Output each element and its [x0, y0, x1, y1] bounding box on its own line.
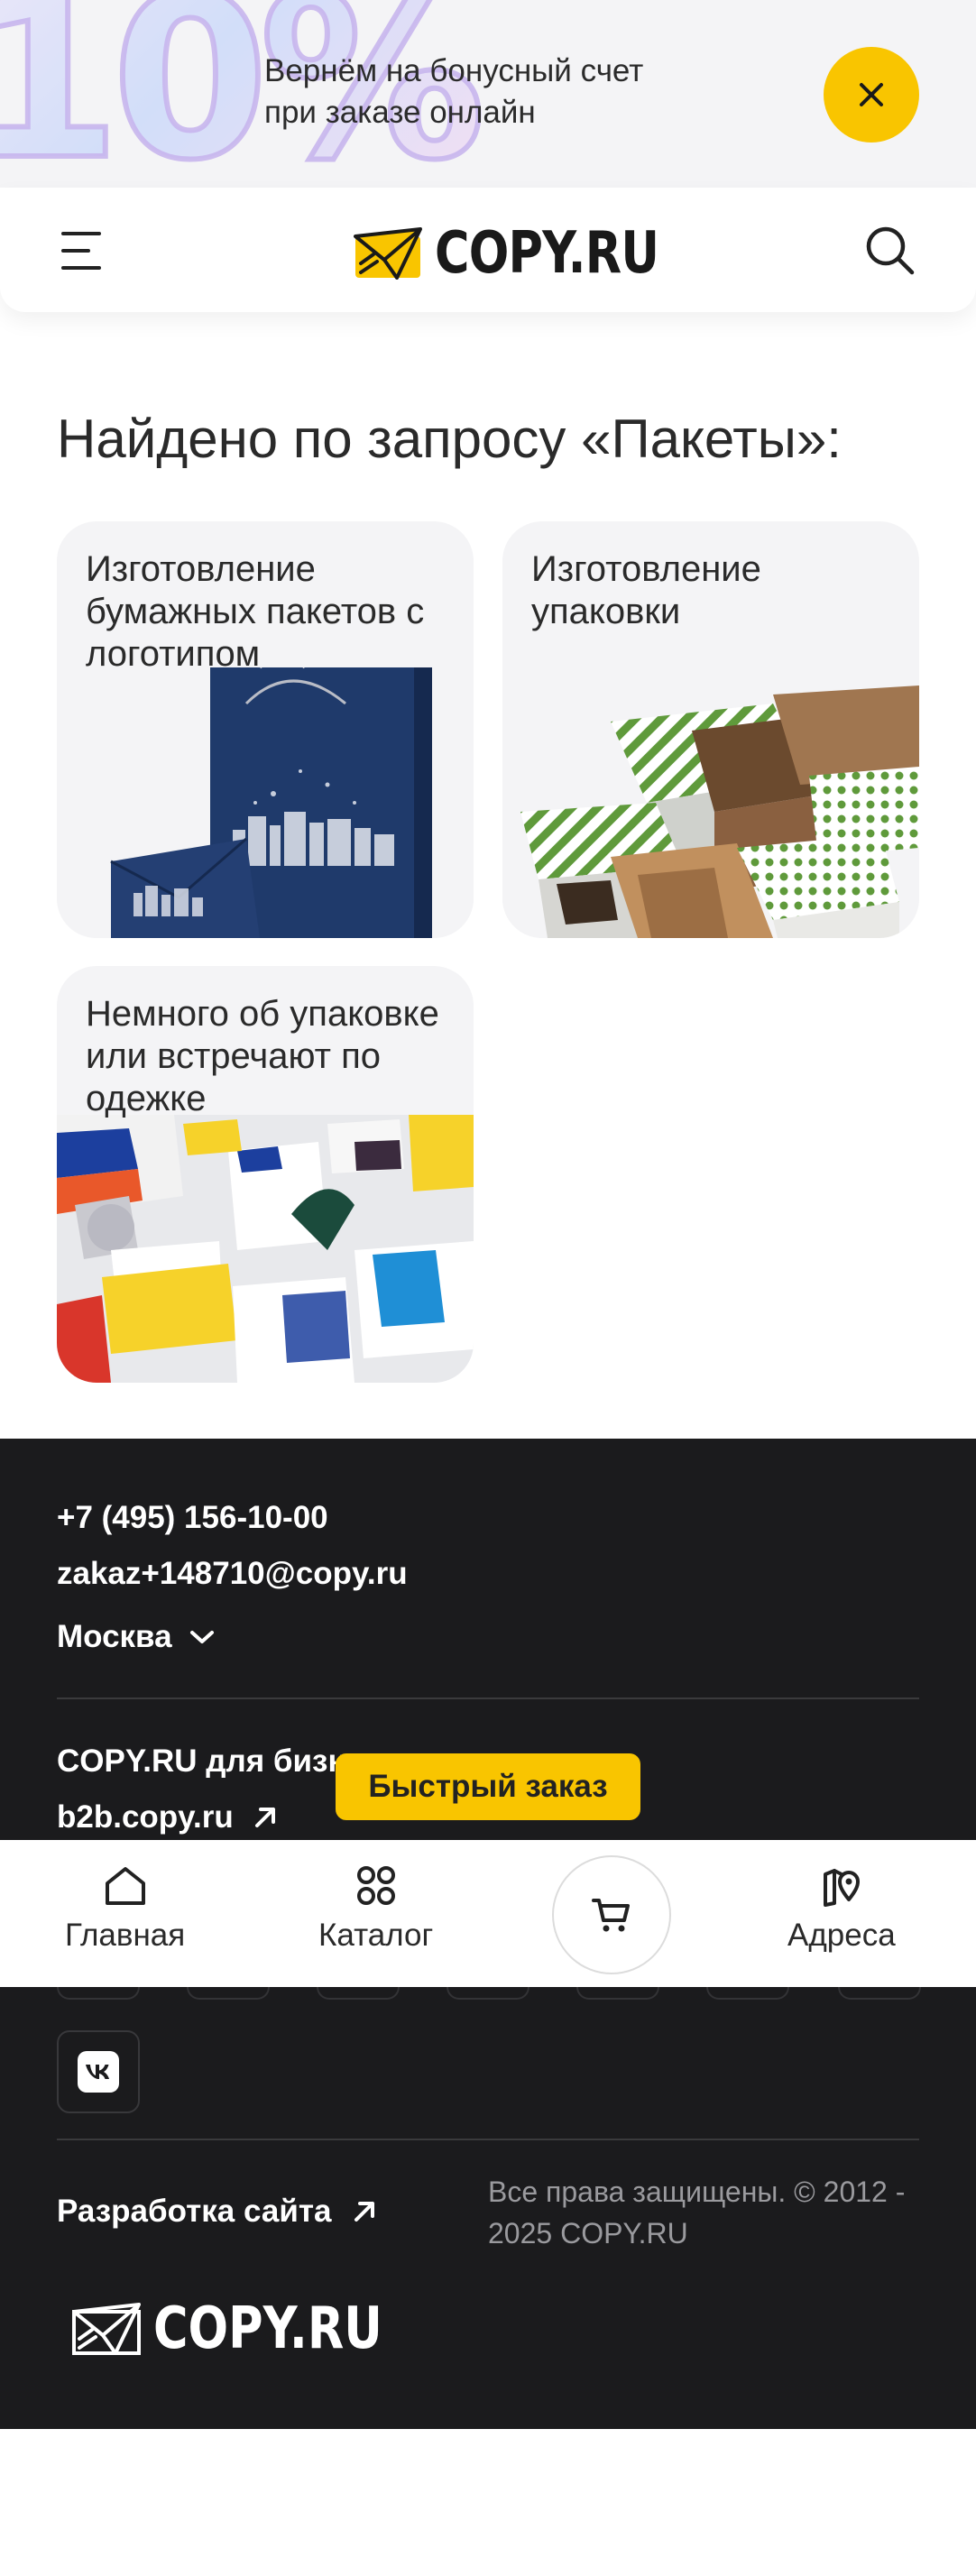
card-paper-bags[interactable]: Изготовление бумажных пакетов с логотипо… — [57, 521, 474, 938]
city-label: Москва — [57, 1619, 172, 1654]
card-title: Изготовление упаковки — [531, 549, 761, 631]
quick-order-button[interactable]: Быстрый заказ — [336, 1753, 640, 1820]
close-icon — [860, 83, 883, 106]
colorful-boxes-image — [57, 1115, 474, 1383]
catalog-grid-icon — [356, 1866, 395, 1905]
site-header: COPY.RU — [0, 188, 976, 312]
bottom-navigation: Главная Каталог Адреса — [0, 1840, 976, 1987]
paper-bags-image — [57, 667, 474, 938]
hamburger-icon — [61, 232, 101, 270]
search-icon — [866, 226, 915, 275]
site-development-link[interactable]: Разработка сайта — [57, 2194, 378, 2230]
nav-catalog[interactable]: Каталог — [318, 1863, 433, 1954]
promo-line-2: при заказе онлайн — [264, 95, 536, 130]
site-development-label: Разработка сайта — [57, 2194, 332, 2229]
footer-logo-wordmark: COPY.RU — [153, 2295, 382, 2362]
site-logo[interactable]: COPY.RU — [354, 220, 708, 287]
b2b-link-label: b2b.copy.ru — [57, 1799, 234, 1835]
logo-wordmark: COPY.RU — [435, 220, 659, 287]
vk-icon — [78, 2051, 119, 2093]
promo-close-button[interactable] — [824, 47, 919, 143]
card-title: Изготовление бумажных пакетов с логотипо… — [86, 549, 425, 674]
vk-button[interactable] — [57, 2030, 140, 2113]
cart-icon — [592, 1899, 630, 1932]
map-pin-icon — [823, 1869, 860, 1907]
paper-plane-logo-icon — [72, 2303, 141, 2355]
city-selector[interactable]: Москва — [57, 1619, 216, 1655]
card-packaging[interactable]: Изготовление упаковки — [502, 521, 919, 938]
footer-divider — [57, 2139, 919, 2140]
home-icon — [105, 1867, 145, 1905]
card-packaging-article[interactable]: Немного об упаковке или встречают по оде… — [57, 966, 474, 1383]
nav-home[interactable]: Главная — [65, 1863, 185, 1954]
cart-button[interactable] — [552, 1855, 671, 1974]
nav-addresses-label: Адреса — [787, 1918, 896, 1953]
menu-button[interactable] — [54, 228, 108, 273]
search-button[interactable] — [861, 222, 919, 280]
copyright-text: Все права защищены. © 2012 - 2025 COPY.R… — [488, 2176, 906, 2249]
nav-addresses[interactable]: Адреса — [787, 1863, 896, 1954]
nav-catalog-label: Каталог — [318, 1918, 434, 1953]
footer-divider — [57, 1697, 919, 1699]
footer-logo[interactable]: COPY.RU — [72, 2295, 433, 2362]
packaging-boxes-image — [502, 667, 919, 938]
footer-email[interactable]: zakaz+148710@copy.ru — [57, 1556, 408, 1592]
search-results-heading: Найдено по запросу «Пакеты»: — [57, 409, 842, 469]
promo-text: Вернём на бонусный счет при заказе онлай… — [264, 51, 643, 133]
footer-b2b-link[interactable]: b2b.copy.ru — [57, 1799, 279, 1835]
chevron-down-icon — [189, 1631, 214, 1643]
paper-plane-logo-icon — [354, 227, 422, 280]
arrow-up-right-icon — [254, 1808, 275, 1827]
nav-home-label: Главная — [65, 1918, 186, 1953]
arrow-up-right-icon — [354, 2202, 375, 2222]
promo-banner[interactable]: 10% 10% Вернём на бонусный счет при зака… — [0, 0, 976, 188]
card-title: Немного об упаковке или встречают по оде… — [86, 994, 439, 1118]
footer-phone[interactable]: +7 (495) 156-10-00 — [57, 1500, 328, 1536]
promo-line-1: Вернём на бонусный счет — [264, 53, 644, 88]
